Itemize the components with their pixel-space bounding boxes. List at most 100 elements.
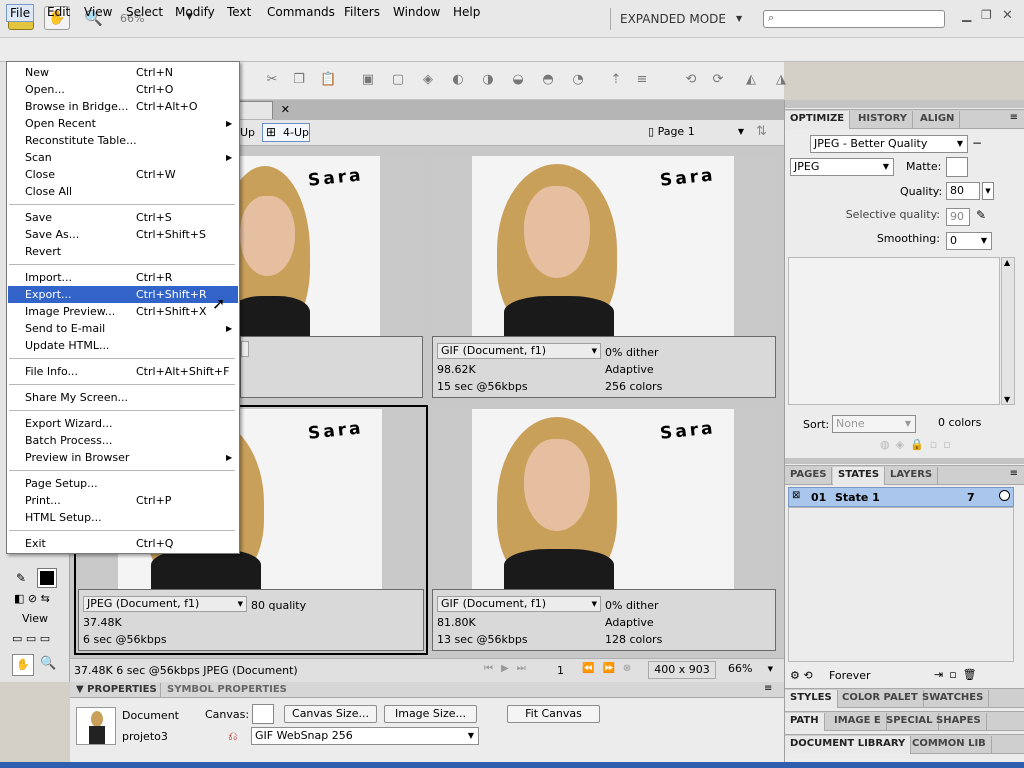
panel-menu-icon[interactable]: ≡	[764, 683, 772, 694]
color-options-icons[interactable]: ◧ ⊘ ⇆	[14, 592, 50, 605]
tab-layers[interactable]: LAYERS	[885, 467, 939, 485]
loop-setting[interactable]: Forever	[829, 669, 871, 682]
quality-slider-icon[interactable]: ▼	[982, 182, 994, 200]
menu-item-reconstitute-table[interactable]: Reconstitute Table...	[8, 132, 238, 149]
tab-pages[interactable]: PAGES	[785, 467, 833, 485]
tab-path[interactable]: PATH	[785, 713, 825, 731]
search-input[interactable]: ⌕	[763, 10, 945, 28]
pane-2-format[interactable]: GIF (Document, f1) ▼	[437, 343, 601, 359]
state-row[interactable]: ⊠ 01 State 1 7	[788, 487, 1014, 507]
tab-align[interactable]: ALIGN	[915, 111, 961, 129]
palette-select[interactable]: GIF WebSnap 256 ▼	[251, 727, 479, 745]
mode-dropdown-icon[interactable]: ▼	[736, 14, 742, 23]
tab-optimize[interactable]: OPTIMIZE	[785, 111, 851, 129]
tab-document-library[interactable]: DOCUMENT LIBRARY	[785, 736, 912, 754]
color-table-scrollbar[interactable]: ▲ ▼	[1001, 257, 1015, 405]
ungroup-icon[interactable]: ▢	[390, 72, 406, 88]
menu-item-batch-process[interactable]: Batch Process...	[8, 432, 238, 449]
stroke-color-icon[interactable]: ✎	[16, 571, 26, 585]
panel-menu-icon[interactable]: ≡	[1010, 468, 1018, 479]
menu-modify[interactable]: Modify	[172, 4, 218, 22]
sync-icon[interactable]: ⇅	[756, 124, 767, 139]
menu-edit[interactable]: Edit	[44, 4, 73, 22]
canvas-color-swatch[interactable]	[252, 704, 274, 724]
punch-icon[interactable]: ◒	[510, 72, 526, 88]
workspace-mode[interactable]: EXPANDED MODE	[620, 12, 726, 26]
restore-icon[interactable]: ❐	[981, 8, 992, 22]
matte-color-swatch[interactable]	[946, 157, 968, 177]
menu-item-open[interactable]: Open... Ctrl+O	[8, 81, 238, 98]
state-checkbox-icon[interactable]: ⊠	[792, 490, 800, 501]
cut-icon[interactable]: ✂	[264, 72, 280, 88]
panel-menu-icon[interactable]: ≡	[1010, 112, 1018, 123]
menu-item-import[interactable]: Import... Ctrl+R	[8, 269, 238, 286]
view-4up-button[interactable]: ⊞ 4-Up	[262, 123, 310, 142]
preview-pane-2[interactable]: Sara	[432, 156, 776, 336]
fit-canvas-button[interactable]: Fit Canvas	[507, 705, 600, 723]
scroll-up-icon[interactable]: ▲	[1004, 258, 1010, 267]
tab-history[interactable]: HISTORY	[853, 111, 914, 129]
menu-item-send-to-e-mail[interactable]: Send to E-mail ▶	[8, 320, 238, 337]
paste-icon[interactable]: 📋	[320, 72, 336, 88]
optimize-preset-select[interactable]: JPEG - Better Quality ▼	[810, 135, 968, 153]
tab-symbol-properties[interactable]: SYMBOL PROPERTIES	[160, 683, 287, 697]
menu-item-share-my-screen[interactable]: Share My Screen...	[8, 389, 238, 406]
screen-mode-icons[interactable]: ▭ ▭ ▭	[12, 632, 50, 645]
menu-item-image-preview[interactable]: Image Preview... Ctrl+Shift+X	[8, 303, 238, 320]
menu-item-print[interactable]: Print... Ctrl+P	[8, 492, 238, 509]
menu-item-open-recent[interactable]: Open Recent ▶	[8, 115, 238, 132]
status-zoom[interactable]: 66% ▼	[722, 661, 776, 679]
menu-item-close[interactable]: Close Ctrl+W	[8, 166, 238, 183]
menu-item-scan[interactable]: Scan ▶	[8, 149, 238, 166]
menu-file[interactable]: File	[6, 4, 35, 22]
split-icon[interactable]: ◔	[570, 72, 586, 88]
preview-pane-1[interactable]: Sara	[240, 156, 423, 336]
tab-image-editing[interactable]: IMAGE E	[829, 713, 887, 731]
flip-vertical-icon[interactable]: ◮	[773, 72, 789, 88]
quality-input[interactable]: 80	[946, 182, 980, 200]
menu-item-page-setup[interactable]: Page Setup...	[8, 475, 238, 492]
tab-common-library[interactable]: COMMON LIB	[907, 736, 992, 754]
menu-item-exit[interactable]: Exit Ctrl+Q	[8, 535, 238, 552]
selective-quality-input[interactable]: 90	[946, 208, 970, 226]
hand-tool-icon[interactable]: ✋	[12, 654, 34, 676]
fill-color-swatch[interactable]	[37, 568, 57, 588]
group-icon[interactable]: ▣	[360, 72, 376, 88]
edit-selective-icon[interactable]: ✎	[976, 208, 986, 222]
menu-item-close-all[interactable]: Close All	[8, 183, 238, 200]
menu-item-export[interactable]: Export... Ctrl+Shift+R	[8, 286, 238, 303]
align-icon[interactable]: ≡	[634, 72, 650, 88]
close-icon[interactable]: ✕	[1002, 8, 1013, 23]
preview-pane-4[interactable]: Sara	[432, 409, 776, 589]
union-icon[interactable]: ◐	[450, 72, 466, 88]
zoom-tool-icon[interactable]: 🔍	[40, 656, 56, 671]
flip-horizontal-icon[interactable]: ◭	[743, 72, 759, 88]
frame-controls-icons[interactable]: ⏮▶⏭	[484, 663, 534, 674]
loop-icons[interactable]: ⚙ ⟲	[790, 669, 813, 682]
image-size-button[interactable]: Image Size...	[384, 705, 477, 723]
smoothing-select[interactable]: 0 ▼	[946, 232, 992, 250]
join-icon[interactable]: ◈	[420, 72, 436, 88]
menu-item-file-info[interactable]: File Info... Ctrl+Alt+Shift+F	[8, 363, 238, 380]
tab-shapes[interactable]: SHAPES	[931, 713, 987, 731]
tab-styles[interactable]: STYLES	[785, 690, 838, 708]
color-table[interactable]	[788, 257, 1000, 405]
menu-window[interactable]: Window	[390, 4, 443, 22]
tab-color-palette[interactable]: COLOR PALET	[837, 690, 924, 708]
menu-item-new[interactable]: New Ctrl+N	[8, 64, 238, 81]
crop-icon[interactable]: ◓	[540, 72, 556, 88]
state-tools-icons[interactable]: ⇥▫🗑	[934, 668, 983, 681]
intersect-icon[interactable]: ◑	[480, 72, 496, 88]
state-onion-icon[interactable]	[999, 490, 1010, 501]
sort-select[interactable]: None ▼	[832, 415, 916, 433]
menu-item-export-wizard[interactable]: Export Wizard...	[8, 415, 238, 432]
tab-states[interactable]: STATES	[833, 467, 886, 485]
menu-item-html-setup[interactable]: HTML Setup...	[8, 509, 238, 526]
pane-3-format[interactable]: JPEG (Document, f1) ▼	[83, 596, 247, 612]
export-format-select[interactable]: JPEG ▼	[790, 158, 894, 176]
tab-special[interactable]: SPECIAL	[881, 713, 939, 731]
canvas-size-button[interactable]: Canvas Size...	[284, 705, 377, 723]
minimize-icon[interactable]: ▁	[962, 8, 971, 22]
menu-filters[interactable]: Filters	[341, 4, 383, 22]
rotate-left-icon[interactable]: ⟲	[683, 72, 699, 88]
